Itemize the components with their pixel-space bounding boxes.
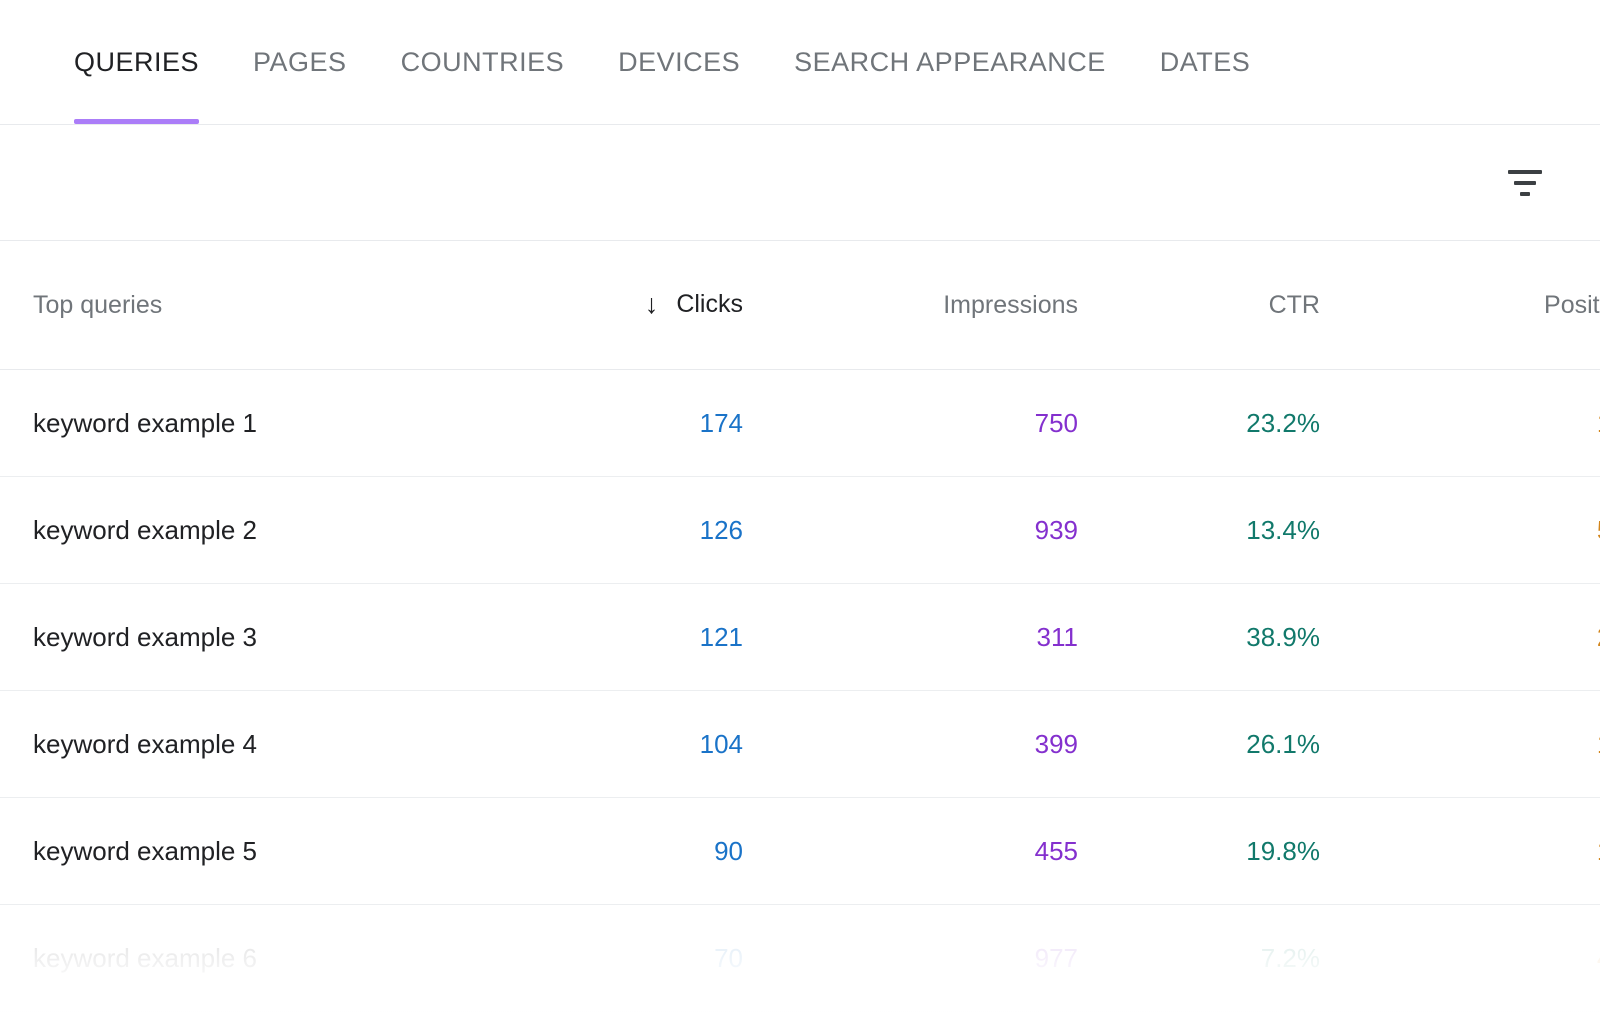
cell-ctr: 38.9% xyxy=(1078,584,1320,691)
cell-impressions: 977 xyxy=(743,905,1078,1012)
tab-countries-label: COUNTRIES xyxy=(401,47,565,78)
column-header-position[interactable]: Position xyxy=(1320,241,1600,370)
column-header-top-queries-label: Top queries xyxy=(33,291,162,319)
table-body: keyword example 1 174 750 23.2% 1.5 keyw… xyxy=(0,370,1600,1012)
sort-descending-arrow-icon: ↓ xyxy=(645,291,659,318)
filter-bar-middle xyxy=(1514,181,1536,185)
table-header-row: Top queries ↓ Clicks Impressions CTR Pos… xyxy=(0,241,1600,370)
cell-ctr: 23.2% xyxy=(1078,370,1320,477)
column-header-top-queries[interactable]: Top queries xyxy=(0,241,643,370)
column-header-ctr-label: CTR xyxy=(1269,291,1320,319)
cell-position: 4.6 xyxy=(1320,905,1600,1012)
cell-query: keyword example 6 xyxy=(0,905,643,1012)
column-header-impressions[interactable]: Impressions xyxy=(743,241,1078,370)
column-header-clicks[interactable]: ↓ Clicks xyxy=(643,241,743,370)
tab-countries[interactable]: COUNTRIES xyxy=(374,0,592,124)
cell-clicks: 104 xyxy=(643,691,743,798)
cell-ctr: 26.1% xyxy=(1078,691,1320,798)
cell-query: keyword example 2 xyxy=(0,477,643,584)
cell-query: keyword example 1 xyxy=(0,370,643,477)
cell-impressions: 399 xyxy=(743,691,1078,798)
tab-queries-label: QUERIES xyxy=(74,47,199,78)
cell-clicks: 174 xyxy=(643,370,743,477)
cell-clicks: 90 xyxy=(643,798,743,905)
cell-query: keyword example 3 xyxy=(0,584,643,691)
cell-query: keyword example 5 xyxy=(0,798,643,905)
cell-position: 5.3 xyxy=(1320,477,1600,584)
cell-impressions: 311 xyxy=(743,584,1078,691)
cell-impressions: 750 xyxy=(743,370,1078,477)
table-row[interactable]: keyword example 3 121 311 38.9% 2.1 xyxy=(0,584,1600,691)
filter-list-icon[interactable] xyxy=(1502,160,1548,206)
cell-ctr: 19.8% xyxy=(1078,798,1320,905)
cell-ctr: 13.4% xyxy=(1078,477,1320,584)
cell-impressions: 939 xyxy=(743,477,1078,584)
cell-position: 1.3 xyxy=(1320,691,1600,798)
cell-query: keyword example 4 xyxy=(0,691,643,798)
column-header-position-label: Position xyxy=(1544,291,1600,319)
table-toolbar xyxy=(0,125,1600,240)
table-head: Top queries ↓ Clicks Impressions CTR Pos… xyxy=(0,241,1600,370)
tab-devices[interactable]: DEVICES xyxy=(591,0,767,124)
cell-position: 1.7 xyxy=(1320,798,1600,905)
table-row[interactable]: keyword example 2 126 939 13.4% 5.3 xyxy=(0,477,1600,584)
tab-pages[interactable]: PAGES xyxy=(226,0,374,124)
tab-pages-label: PAGES xyxy=(253,47,347,78)
filter-bar-top xyxy=(1508,170,1542,174)
search-performance-panel: QUERIES PAGES COUNTRIES DEVICES SEARCH A… xyxy=(0,0,1600,1015)
cell-ctr: 7.2% xyxy=(1078,905,1320,1012)
table-row[interactable]: keyword example 6 70 977 7.2% 4.6 xyxy=(0,905,1600,1012)
column-header-clicks-label: Clicks xyxy=(676,290,743,319)
cell-position: 1.5 xyxy=(1320,370,1600,477)
cell-clicks: 126 xyxy=(643,477,743,584)
table-row[interactable]: keyword example 1 174 750 23.2% 1.5 xyxy=(0,370,1600,477)
filter-bar-bottom xyxy=(1520,192,1530,196)
tab-search-appearance[interactable]: SEARCH APPEARANCE xyxy=(767,0,1133,124)
cell-impressions: 455 xyxy=(743,798,1078,905)
column-header-ctr[interactable]: CTR xyxy=(1078,241,1320,370)
column-header-impressions-label: Impressions xyxy=(943,291,1078,319)
table-row[interactable]: keyword example 4 104 399 26.1% 1.3 xyxy=(0,691,1600,798)
tab-devices-label: DEVICES xyxy=(618,47,740,78)
tab-dates[interactable]: DATES xyxy=(1133,0,1278,124)
tab-search-appearance-label: SEARCH APPEARANCE xyxy=(794,47,1106,78)
tab-bar: QUERIES PAGES COUNTRIES DEVICES SEARCH A… xyxy=(0,0,1600,124)
tab-queries[interactable]: QUERIES xyxy=(74,0,226,124)
tab-dates-label: DATES xyxy=(1160,47,1251,78)
cell-position: 2.1 xyxy=(1320,584,1600,691)
queries-table: Top queries ↓ Clicks Impressions CTR Pos… xyxy=(0,241,1600,1012)
table-row[interactable]: keyword example 5 90 455 19.8% 1.7 xyxy=(0,798,1600,905)
cell-clicks: 121 xyxy=(643,584,743,691)
active-tab-underline xyxy=(74,119,199,124)
cell-clicks: 70 xyxy=(643,905,743,1012)
